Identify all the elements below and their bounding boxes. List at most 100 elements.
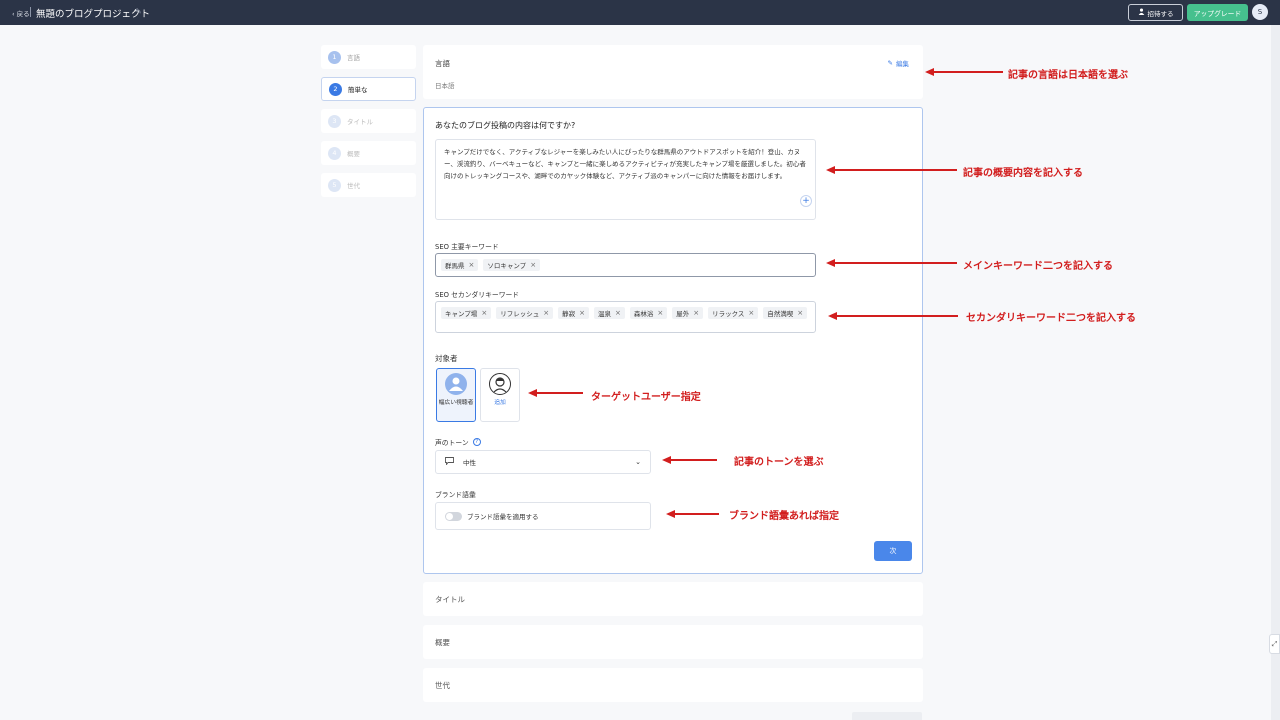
step-number: 5 bbox=[328, 178, 341, 192]
project-title[interactable]: 無題のブログプロジェクト bbox=[36, 6, 150, 20]
step-number: 4 bbox=[328, 146, 341, 160]
primary-keyword-input[interactable]: 群馬県 × ソロキャンプ × bbox=[435, 253, 816, 277]
step-number: 1 bbox=[328, 50, 341, 64]
brand-vocab-toggle[interactable] bbox=[445, 511, 462, 521]
tag-text: 自然満喫 bbox=[767, 310, 794, 318]
brief-card: あなたのブログ投稿の内容は何ですか? キャンプだけでなく、アクティブなレジャーを… bbox=[423, 107, 923, 574]
tone-select[interactable]: 中性 ⌄ bbox=[435, 450, 651, 474]
tag-text: リラックス bbox=[712, 310, 745, 318]
brand-vocab-box: ブランド語彙を適用する bbox=[435, 502, 651, 530]
audience-label: 対象者 bbox=[435, 354, 458, 363]
tag-text: 群馬県 bbox=[445, 262, 465, 270]
primary-keyword-label: SEO 主要キーワード bbox=[435, 243, 499, 251]
chevron-down-icon: ⌄ bbox=[635, 458, 641, 466]
language-label: 言語 bbox=[435, 59, 450, 68]
remove-icon[interactable]: × bbox=[579, 309, 585, 317]
step-outline[interactable]: 4 概要 bbox=[321, 141, 416, 165]
brand-toggle-label: ブランド語彙を適用する bbox=[467, 513, 539, 521]
remove-icon[interactable]: × bbox=[693, 309, 699, 317]
invite-button[interactable]: 招待する bbox=[1128, 4, 1183, 21]
keyword-tag: 温泉 × bbox=[593, 307, 625, 319]
next-button[interactable]: 次 bbox=[874, 541, 912, 561]
audience-option-label: 追加 bbox=[494, 400, 506, 406]
section-generation[interactable]: 世代 bbox=[423, 668, 923, 702]
secondary-keyword-input[interactable]: キャンプ場 × リフレッシュ × 静寂 × 温泉 × 森林浴 × 屋外 × リラックス × 自… bbox=[435, 301, 816, 333]
tone-label: 声のトーン ? bbox=[435, 437, 481, 447]
tone-value: 中性 bbox=[463, 459, 476, 467]
remove-icon[interactable]: × bbox=[615, 309, 621, 317]
people-icon bbox=[445, 373, 467, 395]
add-icon[interactable]: + bbox=[800, 195, 812, 207]
edit-link[interactable]: ✎ 編集 bbox=[888, 58, 909, 68]
back-link[interactable]: ‹ 戻る bbox=[12, 8, 30, 18]
remove-icon[interactable]: × bbox=[481, 309, 487, 317]
keyword-tag: リフレッシュ × bbox=[496, 307, 554, 319]
remove-icon[interactable]: × bbox=[543, 309, 549, 317]
section-label: 概要 bbox=[435, 638, 450, 647]
section-label: タイトル bbox=[435, 595, 465, 604]
annotation-text: セカンダリキーワード二つを記入する bbox=[966, 313, 1136, 324]
step-label: タイトル bbox=[347, 118, 373, 126]
tag-text: 屋外 bbox=[676, 310, 690, 318]
keyword-tag: キャンプ場 × bbox=[441, 307, 492, 319]
annotation-text: 記事の言語は日本語を選ぶ bbox=[1008, 70, 1128, 81]
avatar[interactable]: S bbox=[1252, 4, 1268, 20]
audience-add-option[interactable]: 追加 bbox=[480, 368, 520, 422]
tag-text: ソロキャンプ bbox=[487, 262, 527, 270]
section-outline[interactable]: 概要 bbox=[423, 625, 923, 659]
tag-text: 温泉 bbox=[597, 310, 611, 318]
expand-icon[interactable]: ⤢ bbox=[1269, 634, 1280, 654]
keyword-tag: 屋外 × bbox=[672, 307, 704, 319]
step-label: 世代 bbox=[347, 182, 360, 190]
pencil-icon[interactable]: ✎ bbox=[135, 7, 142, 16]
annotation-text: 記事のトーンを選ぶ bbox=[734, 457, 824, 468]
keyword-tag: ソロキャンプ × bbox=[483, 259, 541, 271]
brand-vocab-label: ブランド語彙 bbox=[435, 491, 476, 499]
divider bbox=[30, 7, 31, 17]
section-label: 世代 bbox=[435, 681, 450, 690]
step-label: 簡単な bbox=[348, 86, 368, 94]
keyword-tag: リラックス × bbox=[708, 307, 759, 319]
invite-label: 招待する bbox=[1147, 9, 1174, 18]
edit-label: 編集 bbox=[896, 60, 909, 68]
tag-text: 静寂 bbox=[562, 310, 576, 318]
annotation-text: ターゲットユーザー指定 bbox=[591, 392, 701, 403]
keyword-tag: 自然満喫 × bbox=[763, 307, 808, 319]
annotation-text: メインキーワード二つを記入する bbox=[963, 261, 1113, 272]
content-question: あなたのブログ投稿の内容は何ですか? bbox=[435, 121, 576, 130]
language-value: 日本語 bbox=[435, 82, 455, 90]
pencil-icon: ✎ bbox=[887, 59, 893, 67]
tag-text: 森林浴 bbox=[633, 310, 654, 318]
step-label: 言語 bbox=[347, 54, 360, 62]
speech-bubble-icon bbox=[445, 457, 454, 467]
keyword-tag: 群馬県 × bbox=[441, 259, 479, 271]
scrollbar[interactable] bbox=[1271, 25, 1280, 720]
step-generation[interactable]: 5 世代 bbox=[321, 173, 416, 197]
user-plus-icon bbox=[1138, 8, 1145, 17]
step-title[interactable]: 3 タイトル bbox=[321, 109, 416, 133]
secondary-keyword-label: SEO セカンダリキーワード bbox=[435, 291, 520, 299]
remove-icon[interactable]: × bbox=[530, 261, 536, 269]
keyword-tag: 静寂 × bbox=[558, 307, 589, 319]
step-language[interactable]: 1 言語 bbox=[321, 45, 416, 69]
remove-icon[interactable]: × bbox=[797, 309, 803, 317]
help-icon[interactable]: ? bbox=[472, 438, 481, 446]
person-icon bbox=[489, 373, 511, 395]
remove-icon[interactable]: × bbox=[657, 309, 663, 317]
remove-icon[interactable]: × bbox=[748, 309, 754, 317]
step-brief[interactable]: 2 簡単な bbox=[321, 77, 416, 101]
language-card: 言語 日本語 ✎ 編集 bbox=[423, 45, 923, 99]
step-label: 概要 bbox=[347, 150, 360, 158]
tone-label-text: 声のトーン bbox=[435, 439, 469, 447]
annotation-text: ブランド語彙あれば指定 bbox=[729, 511, 839, 522]
footer-button-ghost bbox=[852, 712, 922, 720]
tag-text: キャンプ場 bbox=[445, 310, 478, 318]
step-number: 2 bbox=[329, 82, 342, 96]
upgrade-button[interactable]: アップグレード bbox=[1187, 4, 1248, 21]
section-title[interactable]: タイトル bbox=[423, 582, 923, 616]
description-textarea[interactable]: キャンプだけでなく、アクティブなレジャーを楽しみたい人にぴったりな群馬県のアウト… bbox=[435, 139, 816, 220]
keyword-tag: 森林浴 × bbox=[629, 307, 668, 319]
audience-broad-option[interactable]: 幅広い視聴者 bbox=[436, 368, 476, 422]
remove-icon[interactable]: × bbox=[469, 261, 475, 269]
annotation-text: 記事の概要内容を記入する bbox=[963, 168, 1083, 179]
